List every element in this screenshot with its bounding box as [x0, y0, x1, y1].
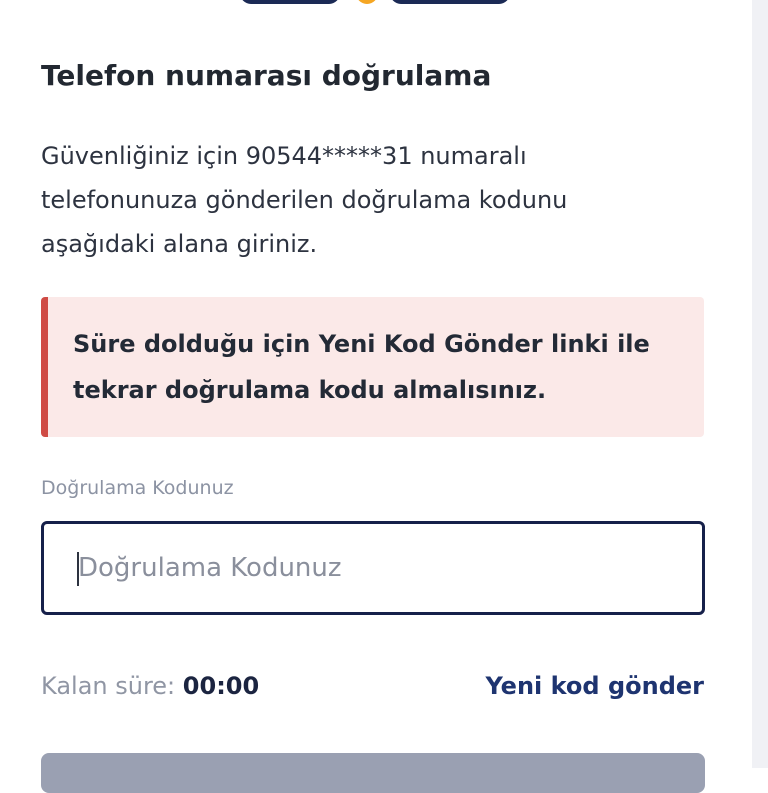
logo-sun-icon [356, 0, 378, 4]
alert-message: Süre dolduğu için Yeni Kod Gönder linki … [73, 330, 650, 404]
page-scroll-gutter [752, 0, 768, 768]
expired-code-alert: Süre dolduğu için Yeni Kod Gönder linki … [41, 297, 704, 437]
resend-code-link[interactable]: Yeni kod gönder [485, 668, 704, 704]
page-title: Telefon numarası doğrulama [41, 59, 492, 92]
remaining-time-label: Kalan süre: [41, 672, 176, 700]
logo-text-left [240, 0, 340, 4]
brand-logo [240, 0, 520, 4]
remaining-time: Kalan süre: 00:00 [41, 668, 259, 704]
page-description: Güvenliğiniz için 90544*****31 numaralı … [41, 142, 568, 258]
text-caret [77, 552, 79, 586]
remaining-time-value: 00:00 [182, 672, 260, 700]
verification-code-input[interactable] [41, 521, 705, 615]
verify-submit-button[interactable] [41, 753, 705, 793]
verification-code-label: Doğrulama Kodunuz [41, 477, 234, 499]
logo-text-right [390, 0, 510, 4]
